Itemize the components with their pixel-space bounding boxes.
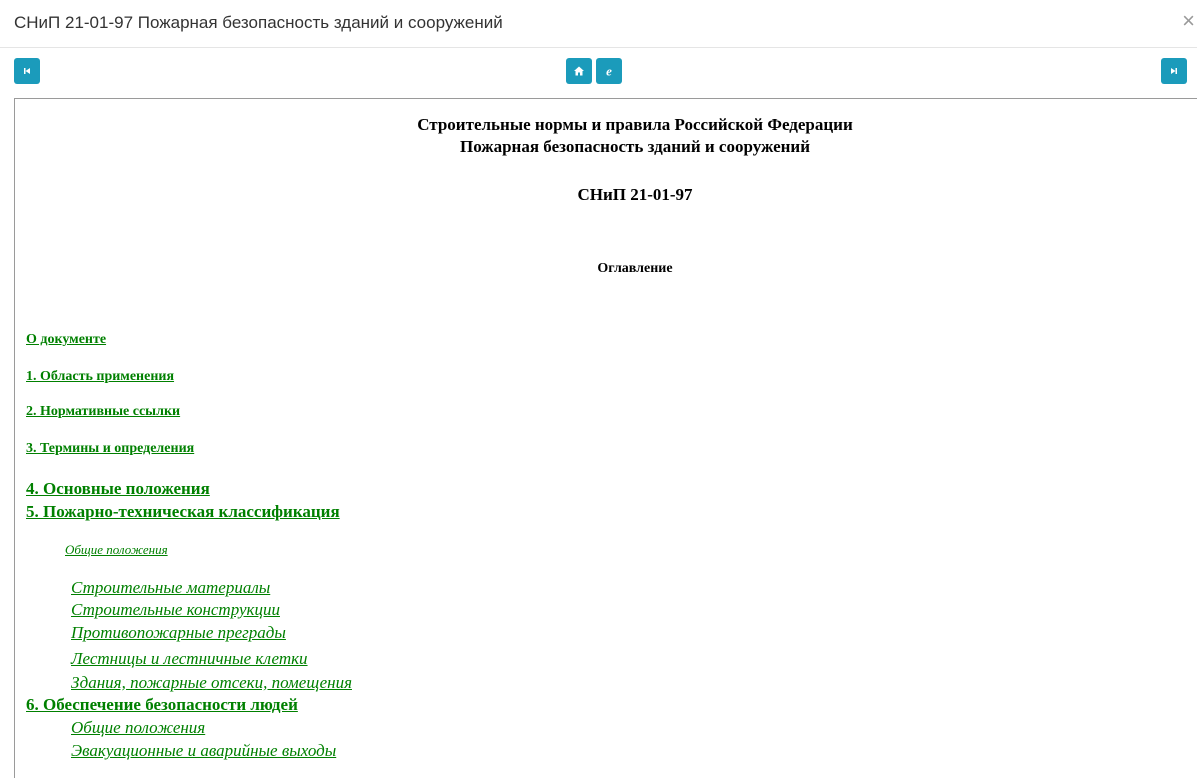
toc-link-fire-barriers[interactable]: Противопожарные преграды bbox=[71, 623, 286, 643]
toc-link-general-5[interactable]: Общие положения bbox=[65, 542, 168, 558]
toc-link-about[interactable]: О документе bbox=[26, 332, 106, 348]
first-page-button[interactable] bbox=[14, 58, 40, 84]
home-icon bbox=[574, 66, 584, 76]
toc-title: Оглавление bbox=[597, 261, 673, 276]
toc-link-people-safety[interactable]: 6. Обеспечение безопасности людей bbox=[26, 695, 298, 715]
toc-link-general-6[interactable]: Общие положения bbox=[71, 718, 205, 738]
toc-link-structures[interactable]: Строительные конструкции bbox=[71, 600, 280, 620]
toc-link-main-provisions[interactable]: 4. Основные положения bbox=[26, 479, 210, 499]
svg-text:e: e bbox=[606, 64, 612, 78]
toc-link-materials[interactable]: Строительные материалы bbox=[71, 578, 270, 598]
skip-to-end-icon bbox=[1171, 68, 1177, 74]
skip-to-start-icon bbox=[24, 68, 30, 74]
document-toolbar: e bbox=[0, 48, 1197, 98]
document-code: СНиП 21-01-97 bbox=[577, 185, 693, 204]
last-page-button[interactable] bbox=[1161, 58, 1187, 84]
toc-link-exits[interactable]: Эвакуационные и аварийные выходы bbox=[71, 741, 336, 761]
document-heading-line1: Строительные нормы и правила Российской … bbox=[417, 115, 853, 134]
open-in-browser-button[interactable]: e bbox=[596, 58, 622, 84]
dialog-title: СНиП 21-01-97 Пожарная безопасность здан… bbox=[14, 13, 503, 32]
toc-link-scope[interactable]: 1. Область применения bbox=[26, 369, 174, 385]
toc-link-terms[interactable]: 3. Термины и определения bbox=[26, 441, 194, 457]
toc-link-classification[interactable]: 5. Пожарно-техническая классификация bbox=[26, 502, 340, 522]
toc-link-stairs[interactable]: Лестницы и лестничные клетки bbox=[71, 649, 308, 669]
toc-link-references[interactable]: 2. Нормативные ссылки bbox=[26, 404, 180, 420]
close-icon[interactable]: × bbox=[1180, 10, 1197, 32]
home-button[interactable] bbox=[566, 58, 592, 84]
toc-link-buildings[interactable]: Здания, пожарные отсеки, помещения bbox=[71, 673, 352, 693]
internet-explorer-icon: e bbox=[606, 64, 612, 78]
document-heading-line2: Пожарная безопасность зданий и сооружени… bbox=[459, 137, 811, 156]
dialog-header: СНиП 21-01-97 Пожарная безопасность здан… bbox=[0, 0, 1197, 48]
document-viewer[interactable]: Строительные нормы и правила Российской … bbox=[14, 98, 1197, 778]
